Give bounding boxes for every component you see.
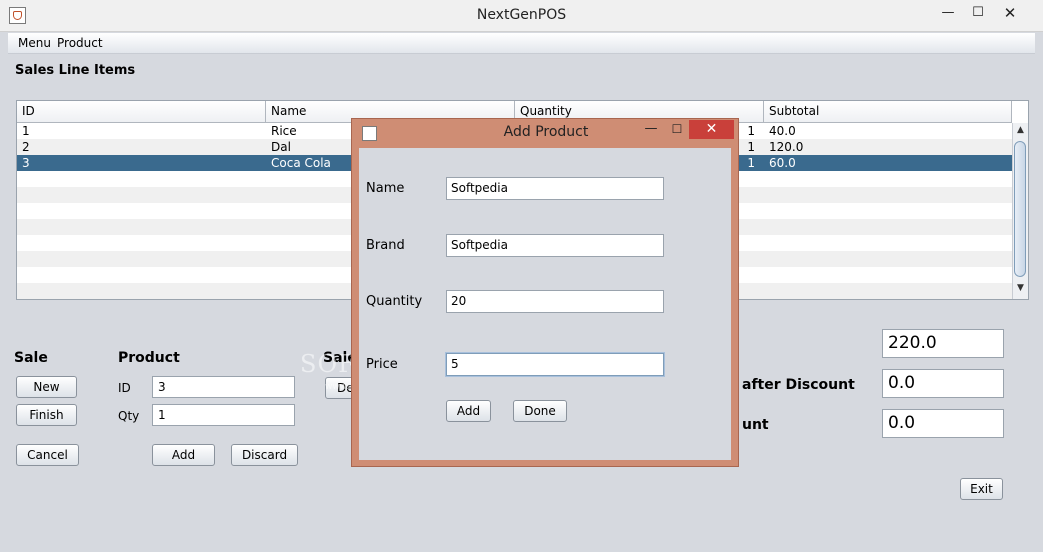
discount-field[interactable]: 0.0 (882, 409, 1004, 438)
window-title: NextGenPOS (476, 7, 567, 23)
sale-title: Sale (14, 350, 48, 366)
cell-subtotal: 120.0 (769, 140, 804, 154)
column-header-id[interactable]: ID (17, 101, 266, 122)
scroll-down-arrow-icon[interactable]: ▼ (1013, 283, 1028, 295)
cell-id: 2 (22, 140, 30, 154)
vertical-scrollbar[interactable]: ▲ ▼ (1012, 123, 1028, 299)
minimize-button[interactable]: — (934, 2, 962, 24)
quantity-label: Quantity (366, 294, 423, 309)
menu-item-menu[interactable]: Menu (18, 36, 51, 50)
product-id-label: ID (118, 381, 131, 395)
maximize-button[interactable]: ☐ (964, 2, 992, 24)
finish-sale-button[interactable]: Finish (16, 404, 77, 426)
dialog-minimize-button[interactable]: — (640, 120, 662, 140)
after-discount-field[interactable]: 0.0 (882, 369, 1004, 398)
dialog-add-button[interactable]: Add (446, 400, 491, 422)
add-item-button[interactable]: Add (152, 444, 215, 466)
after-discount-label: after Discount (742, 377, 855, 393)
brand-field[interactable]: Softpedia (446, 234, 664, 257)
total-field[interactable]: 220.0 (882, 329, 1004, 358)
name-field[interactable]: Softpedia (446, 177, 664, 200)
product-qty-field[interactable]: 1 (152, 404, 295, 426)
quantity-field[interactable]: 20 (446, 290, 664, 313)
discard-item-button[interactable]: Discard (231, 444, 298, 466)
discount-label: unt (742, 417, 769, 433)
scroll-thumb[interactable] (1014, 141, 1026, 277)
cell-id: 1 (22, 124, 30, 138)
product-title: Product (118, 350, 180, 366)
cell-subtotal: 60.0 (769, 156, 796, 170)
cell-subtotal: 40.0 (769, 124, 796, 138)
product-id-field[interactable]: 3 (152, 376, 295, 398)
name-label: Name (366, 181, 405, 196)
dialog-close-button[interactable]: ✕ (689, 120, 734, 139)
price-label: Price (366, 357, 398, 372)
dialog-done-button[interactable]: Done (513, 400, 567, 422)
cancel-sale-button[interactable]: Cancel (16, 444, 79, 466)
exit-button[interactable]: Exit (960, 478, 1003, 500)
add-product-dialog: Add Product — ☐ ✕ Name Softpedia Brand S… (351, 118, 739, 467)
dialog-body: Name Softpedia Brand Softpedia Quantity … (359, 148, 731, 460)
column-header-subtotal[interactable]: Subtotal (764, 101, 1012, 122)
scroll-up-arrow-icon[interactable]: ▲ (1013, 125, 1028, 137)
new-sale-button[interactable]: New (16, 376, 77, 398)
menu-item-product[interactable]: Product (57, 36, 103, 50)
price-field[interactable]: 5 (446, 353, 664, 376)
section-title: Sales Line Items (15, 63, 136, 78)
menu-bar (8, 33, 1035, 54)
close-button[interactable]: ✕ (996, 2, 1024, 24)
dialog-maximize-button[interactable]: ☐ (666, 120, 688, 140)
product-qty-label: Qty (118, 409, 140, 423)
brand-label: Brand (366, 238, 405, 253)
cell-id: 3 (22, 156, 30, 170)
